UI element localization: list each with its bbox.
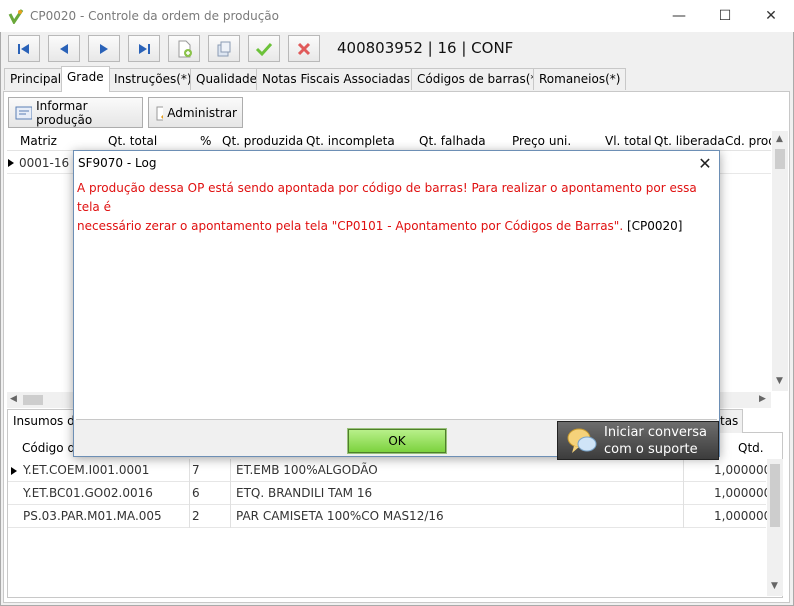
dialog-message: A produção dessa OP está sendo apontada … (77, 179, 707, 236)
admin-icon (156, 106, 164, 120)
close-icon: ✕ (765, 8, 777, 24)
codigo-cell: Y.ET.BC01.GO02.0016 (23, 486, 153, 500)
ok-button[interactable]: OK (347, 428, 447, 454)
close-icon: ✕ (698, 153, 712, 173)
scroll-thumb[interactable] (775, 149, 785, 169)
n-cell: 7 (192, 463, 200, 477)
dialog-title-bar: SF9070 - Log ✕ (74, 151, 719, 175)
minimize-button[interactable]: — (656, 0, 702, 32)
message-line-2: necessário zerar o apontamento pela tela… (77, 219, 624, 233)
order-info: 400803952 | 16 | CONF (337, 39, 514, 57)
maximize-button[interactable]: ☐ (702, 0, 748, 32)
table-row[interactable]: Y.ET.COEM.I001.0001 7 ET.EMB 100%ALGODÃO… (8, 459, 771, 482)
previous-record-button[interactable] (48, 35, 80, 62)
col-codigo[interactable]: Código d (22, 441, 75, 455)
previous-icon (60, 43, 68, 54)
first-record-button[interactable] (8, 35, 40, 62)
window-title: CP0020 - Controle da ordem de produção (30, 9, 279, 23)
tab-qualidade[interactable]: Qualidade (190, 68, 264, 90)
production-icon (15, 106, 33, 119)
col-qt-incompleta[interactable]: Qt. incompleta (306, 134, 395, 148)
new-record-button[interactable] (168, 35, 200, 62)
grid-vertical-scrollbar[interactable]: ▲ ▼ (772, 131, 788, 391)
administrar-label: Administrar (167, 105, 237, 120)
qtd-cell: 1,000000 (714, 486, 772, 500)
confirm-button[interactable] (248, 35, 280, 62)
qtd-cell: 1,000000 (714, 463, 772, 477)
n-cell: 2 (192, 509, 200, 523)
tab-grade[interactable]: Grade (61, 66, 110, 92)
row-pointer-icon (11, 467, 17, 475)
maximize-icon: ☐ (718, 8, 732, 24)
checkmark-icon (255, 42, 273, 56)
message-line-1: A produção dessa OP está sendo apontada … (77, 181, 697, 214)
support-label-line1: Iniciar conversa (604, 424, 708, 440)
message-code: [CP0020] (626, 219, 683, 233)
tab-instrucoes[interactable]: Instruções(*) (108, 68, 198, 90)
tab-notas-fiscais[interactable]: Notas Fiscais Associadas(*) (256, 68, 432, 90)
column-separator (230, 459, 231, 528)
support-label-line2: com o suporte (604, 441, 698, 457)
informar-producao-label: Informar produção (36, 98, 93, 127)
start-support-chat-button[interactable]: Iniciar conversa com o suporte (557, 421, 719, 460)
last-icon (139, 43, 150, 54)
minimize-icon: — (672, 8, 686, 24)
last-record-button[interactable] (128, 35, 160, 62)
close-button[interactable]: ✕ (748, 0, 794, 32)
table-row[interactable]: Y.ET.BC01.GO02.0016 6 ETQ. BRANDILI TAM … (8, 482, 771, 505)
dialog-title: SF9070 - Log (78, 156, 157, 170)
col-preco-uni[interactable]: Preço uni. (512, 134, 571, 148)
scroll-up-icon[interactable]: ▲ (776, 134, 783, 144)
col-qt-falhada[interactable]: Qt. falhada (419, 134, 486, 148)
scroll-left-icon[interactable]: ◀ (10, 394, 17, 404)
app-logo-icon (8, 9, 24, 24)
col-matriz[interactable]: Matriz (20, 134, 57, 148)
column-separator (683, 459, 684, 528)
tab-principal[interactable]: Principal (4, 68, 68, 90)
hscroll-thumb[interactable] (23, 395, 43, 405)
copy-record-button[interactable] (208, 35, 240, 62)
desc-cell: ETQ. BRANDILI TAM 16 (236, 486, 373, 500)
copy-icon (217, 41, 231, 56)
x-icon (297, 42, 311, 55)
administrar-button[interactable]: Administrar (148, 97, 243, 128)
scroll-thumb[interactable] (770, 464, 780, 527)
scroll-right-icon[interactable]: ▶ (759, 394, 766, 404)
chat-bubble-icon (567, 428, 597, 453)
insumos-vertical-scrollbar[interactable]: ▼ (767, 459, 783, 596)
log-dialog: SF9070 - Log ✕ A produção dessa OP está … (73, 150, 720, 457)
matriz-cell: 0001-16 (19, 156, 70, 170)
col-qt-produzida[interactable]: Qt. produzida (222, 134, 303, 148)
col-qt-total[interactable]: Qt. total (108, 134, 157, 148)
next-record-button[interactable] (88, 35, 120, 62)
title-bar: CP0020 - Controle da ordem de produção —… (0, 0, 794, 32)
informar-producao-button[interactable]: Informar produção (8, 97, 143, 128)
desc-cell: ET.EMB 100%ALGODÃO (236, 463, 378, 477)
scroll-down-icon[interactable]: ▼ (776, 376, 783, 386)
first-icon (18, 43, 29, 54)
row-pointer-icon (8, 159, 14, 167)
cancel-button[interactable] (288, 35, 320, 62)
col-cd-prod[interactable]: Cd. prod (725, 134, 771, 148)
col-percent[interactable]: % (200, 134, 211, 148)
tab-romaneios[interactable]: Romaneios(*) (533, 68, 627, 90)
codigo-cell: Y.ET.COEM.I001.0001 (23, 463, 150, 477)
table-row[interactable]: PS.03.PAR.M01.MA.005 2 PAR CAMISETA 100%… (8, 505, 771, 528)
next-icon (100, 43, 108, 54)
tab-codigos-barras[interactable]: Códigos de barras(*) (411, 68, 548, 90)
new-document-icon (178, 40, 192, 57)
scroll-down-icon[interactable]: ▼ (771, 581, 778, 591)
desc-cell: PAR CAMISETA 100%CO MAS12/16 (236, 509, 444, 523)
col-vl-total[interactable]: Vl. total (605, 134, 652, 148)
codigo-cell: PS.03.PAR.M01.MA.005 (23, 509, 162, 523)
col-qt-liberada[interactable]: Qt. liberada (654, 134, 725, 148)
n-cell: 6 (192, 486, 200, 500)
qtd-cell: 1,000000 (714, 509, 772, 523)
column-separator (189, 459, 190, 528)
col-qtd[interactable]: Qtd. (738, 441, 764, 455)
dialog-close-button[interactable]: ✕ (694, 153, 716, 173)
